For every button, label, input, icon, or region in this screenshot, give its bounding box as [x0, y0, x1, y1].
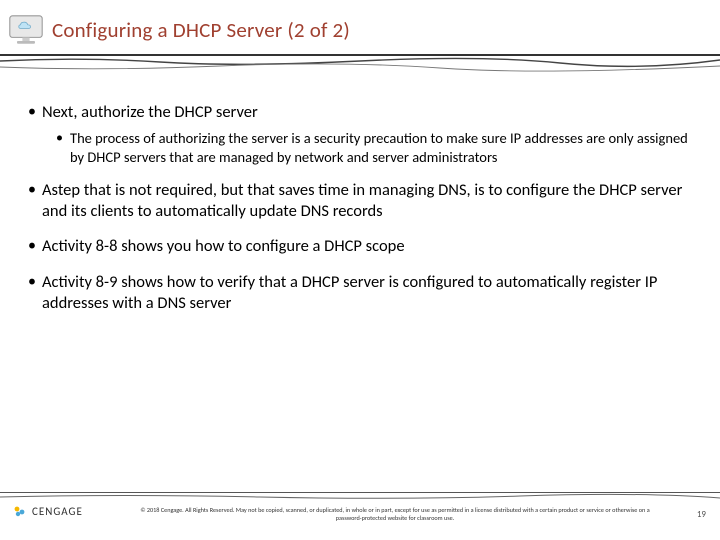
bullet-text: Next, authorize the DHCP server — [42, 102, 258, 122]
brand-logo: CENGAGE — [12, 503, 83, 519]
page-number: 19 — [697, 509, 706, 520]
bullet-level1: Activity 8-8 shows you how to configure … — [28, 236, 692, 257]
bullet-text: Activity 8-8 shows you how to configure … — [42, 236, 405, 256]
bullet-text: The process of authorizing the server is… — [70, 129, 688, 166]
cloud-monitor-icon — [8, 14, 44, 46]
bullet-level2: The process of authorizing the server is… — [56, 129, 692, 166]
title-underline-decor — [0, 55, 720, 79]
slide-title: Configuring a DHCP Server (2 of 2) — [52, 17, 350, 43]
bullet-level1: Next, authorize the DHCP server The proc… — [28, 102, 692, 166]
copyright-text: © 2018 Cengage. All Rights Reserved. May… — [130, 507, 660, 523]
slide-footer: CENGAGE © 2018 Cengage. All Rights Reser… — [0, 492, 720, 540]
bullet-text: Activity 8-9 shows how to verify that a … — [42, 272, 657, 313]
cengage-mark-icon — [12, 503, 28, 519]
slide-body: Next, authorize the DHCP server The proc… — [0, 56, 720, 314]
bullet-level1: Astep that is not required, but that sav… — [28, 180, 692, 222]
bullet-text: Astep that is not required, but that sav… — [42, 180, 682, 221]
brand-name: CENGAGE — [32, 505, 83, 518]
bullet-level1: Activity 8-9 shows how to verify that a … — [28, 272, 692, 314]
slide-header: Configuring a DHCP Server (2 of 2) — [0, 0, 720, 56]
footer-rule-decor — [0, 487, 720, 495]
